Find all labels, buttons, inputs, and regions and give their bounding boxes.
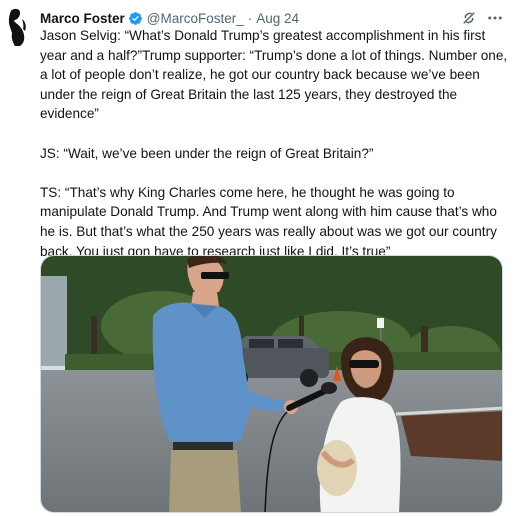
author-handle[interactable]: @MarcoFoster_ [147,11,244,26]
tweet-timestamp[interactable]: Aug 24 [256,11,299,26]
tweet-header: Marco Foster @MarcoFoster_ · Aug 24 [40,8,510,28]
avatar[interactable] [3,7,33,47]
tweet[interactable]: Marco Foster @MarcoFoster_ · Aug 24 Jaso… [0,0,518,516]
tweet-paragraph: Jason Selvig: “What’s Donald Trump’s gre… [40,28,511,122]
tweet-photo[interactable] [40,255,503,513]
interview-photo [41,256,502,512]
verified-badge-icon[interactable] [128,11,143,26]
separator-dot: · [247,10,253,26]
grok-icon[interactable] [460,9,478,27]
author-display-name[interactable]: Marco Foster [40,11,125,26]
tweet-paragraph: JS: “Wait, we’ve been under the reign of… [40,145,374,161]
tweet-paragraph: TS: “That’s why King Charles come here, … [40,184,501,259]
more-options-icon[interactable] [486,9,504,27]
tweet-text: Jason Selvig: “What’s Donald Trump’s gre… [40,26,508,261]
